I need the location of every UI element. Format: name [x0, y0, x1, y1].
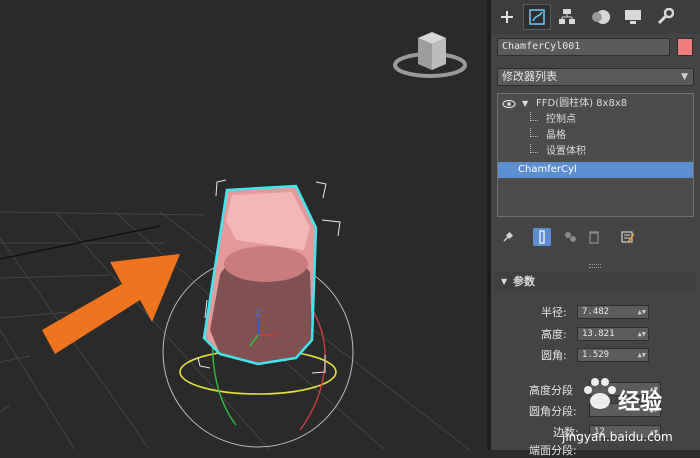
- make-unique-button[interactable]: [561, 228, 579, 246]
- radius-value: 7.482: [582, 307, 610, 317]
- pin-icon: [503, 231, 514, 242]
- command-panel-tabs: [491, 0, 700, 34]
- stack-subitem-label: 晶格: [546, 130, 566, 141]
- gizmo-x-label: X: [272, 331, 278, 340]
- height-value: 13.821: [582, 329, 615, 339]
- remove-modifier-icon: [589, 231, 599, 244]
- spinner-arrows-icon[interactable]: ▲▼: [638, 349, 646, 361]
- remove-modifier-button[interactable]: [585, 228, 603, 246]
- configure-icon: [621, 231, 635, 243]
- orange-pointer-arrow: [42, 254, 180, 354]
- hierarchy-tab[interactable]: [553, 4, 581, 30]
- fillet-spinner[interactable]: 1.529 ▲▼: [577, 348, 649, 362]
- watermark-brand: 经验: [618, 390, 663, 415]
- display-icon: [625, 10, 641, 24]
- gizmo-z-label: Z: [255, 309, 261, 319]
- stack-toolbar: [497, 226, 694, 248]
- motion-icon: [592, 10, 610, 24]
- modifier-list-label: 修改器列表: [502, 70, 557, 83]
- stack-subitem-label: 控制点: [546, 114, 576, 125]
- height-label: 高度:: [541, 328, 567, 341]
- expand-triangle-icon[interactable]: ▼: [522, 96, 528, 112]
- plus-icon: [501, 11, 513, 23]
- spinner-arrows-icon[interactable]: ▲▼: [638, 306, 646, 318]
- pin-stack-button[interactable]: [499, 228, 517, 246]
- perspective-viewport[interactable]: Z X: [0, 0, 487, 450]
- parameters-rollout[interactable]: ▼ 参数: [495, 272, 696, 292]
- utilities-tab[interactable]: [651, 4, 679, 30]
- stack-item-ffd[interactable]: ▼ FFD(圆柱体) 8x8x8: [498, 96, 693, 112]
- viewport-scene: Z X: [0, 32, 471, 450]
- height-segments-label: 高度分段: [529, 384, 573, 397]
- chamfer-cylinder-cap: [224, 246, 308, 282]
- radius-spinner[interactable]: 7.482 ▲▼: [577, 305, 649, 319]
- object-color-swatch[interactable]: [677, 38, 693, 56]
- spinner-arrows-icon[interactable]: ▲▼: [638, 328, 646, 340]
- stack-item-chamfercyl[interactable]: ChamferCyl: [498, 162, 693, 178]
- modify-tab[interactable]: [523, 4, 551, 30]
- cap-segments-label: 端面分段:: [529, 444, 577, 457]
- show-end-result-button[interactable]: [533, 228, 551, 246]
- paw-logo-icon: [584, 378, 616, 409]
- create-tab[interactable]: [493, 4, 521, 30]
- stack-subitem-lattice[interactable]: 晶格: [498, 128, 693, 144]
- modifier-list-dropdown[interactable]: 修改器列表 ▼: [497, 68, 694, 86]
- fillet-label: 圆角:: [541, 349, 567, 362]
- stack-subitem-set-volume[interactable]: 设置体积: [498, 144, 693, 160]
- show-end-result-icon: [539, 230, 545, 244]
- collapse-triangle-icon: ▼: [501, 277, 508, 286]
- rollout-title: 参数: [513, 275, 535, 288]
- stack-subitem-label: 设置体积: [546, 146, 586, 157]
- motion-tab[interactable]: [587, 4, 615, 30]
- panel-separator: [589, 264, 601, 268]
- stack-subitem-control-points[interactable]: 控制点: [498, 112, 693, 128]
- display-tab[interactable]: [619, 4, 647, 30]
- stack-item-label: ChamferCyl: [518, 164, 577, 175]
- object-name-field[interactable]: ChamferCyl001: [497, 38, 670, 56]
- viewcube-icon: [393, 32, 467, 78]
- modify-icon: [529, 9, 545, 25]
- radius-label: 半径:: [541, 306, 567, 319]
- fillet-value: 1.529: [582, 350, 610, 360]
- baidu-jingyan-watermark: 经验 jingyan.baidu.com: [562, 372, 700, 450]
- configure-sets-button[interactable]: [619, 228, 637, 246]
- eye-icon[interactable]: [502, 99, 516, 109]
- watermark-url: jingyan.baidu.com: [562, 430, 673, 444]
- modifier-stack: ▼ FFD(圆柱体) 8x8x8 控制点 晶格 设置体积 ChamferCyl: [497, 93, 694, 217]
- height-spinner[interactable]: 13.821 ▲▼: [577, 327, 649, 341]
- stack-item-label: FFD(圆柱体) 8x8x8: [536, 98, 628, 109]
- chevron-down-icon: ▼: [681, 72, 688, 82]
- make-unique-icon: [565, 232, 576, 242]
- utilities-icon: [657, 8, 674, 25]
- hierarchy-icon: [559, 9, 575, 24]
- fillet-segments-label: 圆角分段:: [529, 405, 577, 418]
